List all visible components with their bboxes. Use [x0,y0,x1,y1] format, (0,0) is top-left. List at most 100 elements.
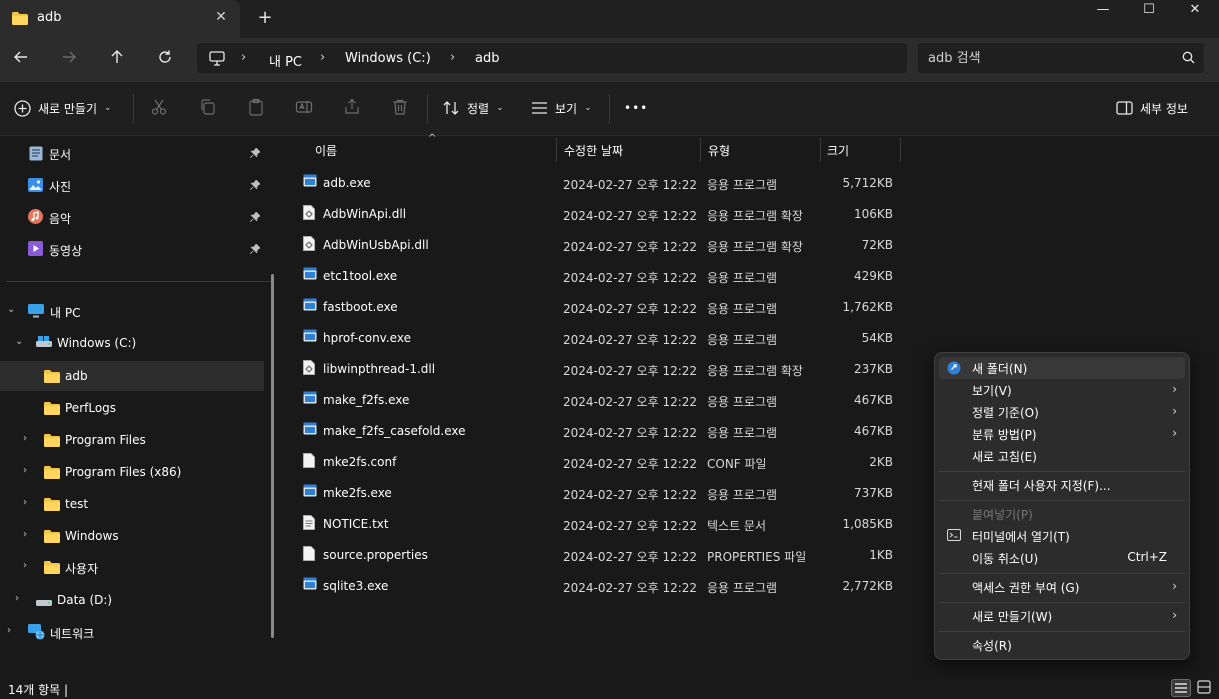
details-pane-button[interactable]: 세부 정보 [1116,96,1188,120]
pin-icon [249,211,261,225]
file-size: 1KB [869,548,893,562]
file-row[interactable]: sqlite3.exe 2024-02-27 오후 12:22 응용 프로그램 2,7… [300,571,900,599]
close-window-button[interactable]: ✕ [1172,0,1218,20]
menu-sort-by[interactable]: 정렬 기준(O) › [939,401,1185,423]
file-type: 응용 프로그램 [707,488,778,502]
file-row[interactable]: mke2fs.conf 2024-02-27 오후 12:22 CONF 파일 2KB [300,447,900,475]
chevron-down-icon: ⌄ [104,103,112,113]
tree-item-adb[interactable]: adb [0,361,264,391]
up-button[interactable] [104,47,130,73]
menu-label: 붙여넣기(P) [972,508,1033,522]
menu-open-terminal[interactable]: 터미널에서 열기(T) [939,525,1185,547]
quick-access-label: 문서 [49,148,72,162]
share-button[interactable] [343,98,363,118]
back-button[interactable] [8,47,34,73]
breadcrumb-windows-c[interactable]: Windows (C:) [345,51,431,66]
new-button-label: 새로 만들기 [38,101,98,116]
menu-label: 분류 방법(P) [972,428,1037,442]
file-row[interactable]: fastboot.exe 2024-02-27 오후 12:22 응용 프로그램 1,… [300,292,900,320]
tree-item-program-files[interactable]: › Program Files [0,425,264,455]
refresh-button[interactable] [152,47,178,73]
details-view-button[interactable] [1171,679,1191,697]
menu-refresh[interactable]: 새로 고침(E) [939,445,1185,467]
file-row[interactable]: hprof-conv.exe 2024-02-27 오후 12:22 응용 프로그램… [300,323,900,351]
tree-item-windows-c[interactable]: ⌄ Windows (C:) [0,328,264,358]
file-row[interactable]: libwinpthread-1.dll 2024-02-27 오후 12:22 응용… [300,354,900,382]
large-icons-view-button[interactable] [1195,679,1215,697]
chevron-down-icon: ⌄ [7,304,16,315]
menu-new-folder[interactable]: 새 폴더(N) [939,357,1185,379]
column-header-type[interactable]: 유형 [708,142,730,159]
tab-adb[interactable]: adb ✕ [0,0,240,38]
menu-group-by[interactable]: 분류 방법(P) › [939,423,1185,445]
column-header-name[interactable]: 이름 [315,142,337,159]
tree-item-data-d[interactable]: › Data (D:) [0,585,264,615]
tree-item-test[interactable]: › test [0,489,264,519]
sidebar-scrollbar[interactable] [271,274,274,638]
file-row[interactable]: mke2fs.exe 2024-02-27 오후 12:22 응용 프로그램 737K… [300,478,900,506]
maximize-button[interactable]: ☐ [1126,0,1172,20]
column-divider[interactable] [820,138,821,162]
arrow-up-icon [111,50,123,63]
tree-item-users[interactable]: › 사용자 [0,552,264,582]
file-type: 응용 프로그램 [707,333,778,347]
tree-label: 내 PC [50,306,81,320]
column-header-date[interactable]: 수정한 날짜 [564,142,623,159]
view-button[interactable]: 보기 ⌄ [531,96,592,120]
column-divider[interactable] [900,138,901,162]
menu-properties[interactable]: 속성(R) [939,634,1185,656]
file-row[interactable]: NOTICE.txt 2024-02-27 오후 12:22 텍스트 문서 1,085… [300,509,900,537]
file-date: 2024-02-27 오후 12:22 [563,178,698,192]
file-row[interactable]: etc1tool.exe 2024-02-27 오후 12:22 응용 프로그램 42… [300,261,900,289]
search-input[interactable] [928,49,1168,67]
column-divider[interactable] [556,138,557,162]
breadcrumb-adb[interactable]: adb [475,51,499,66]
cut-button[interactable] [150,98,170,118]
file-row[interactable]: source.properties 2024-02-27 오후 12:22 PROP… [300,540,900,568]
column-header-size[interactable]: 크기 [827,142,849,159]
menu-view[interactable]: 보기(V) › [939,379,1185,401]
search-box[interactable] [917,42,1205,74]
quick-access-videos[interactable]: 동영상 [0,234,264,264]
menu-give-access[interactable]: 액세스 권한 부여 (G) › [939,576,1185,598]
copy-button[interactable] [199,98,219,118]
tree-item-windows[interactable]: › Windows [0,521,264,551]
tree-item-this-pc[interactable]: ⌄ 내 PC [0,296,264,326]
address-bar[interactable]: › 내 PC › Windows (C:) › adb [196,42,908,74]
details-view-icon [1175,683,1187,693]
tree-item-program-files-x86[interactable]: › Program Files (x86) [0,457,264,487]
search-icon [1182,51,1195,67]
file-row[interactable]: adb.exe 2024-02-27 오후 12:22 응용 프로그램 5,712KB [300,168,900,196]
minimize-button[interactable]: — [1080,0,1126,20]
rename-button[interactable] [295,98,315,118]
tree-item-network[interactable]: › 네트워크 [0,617,264,647]
menu-undo-move[interactable]: 이동 취소(U) Ctrl+Z [939,547,1185,569]
paste-button[interactable] [247,98,267,118]
toolbar-divider [133,94,134,124]
menu-customize-folder[interactable]: 현재 폴더 사용자 지정(F)... [939,474,1185,496]
file-row[interactable]: make_f2fs_casefold.exe 2024-02-27 오후 12:2… [300,416,900,444]
menu-paste[interactable]: 붙여넣기(P) [939,503,1185,525]
breadcrumb-this-pc[interactable]: 내 PC [269,51,302,70]
tree-item-perflogs[interactable]: PerfLogs [0,393,264,423]
delete-button[interactable] [391,98,411,118]
file-row[interactable]: AdbWinUsbApi.dll 2024-02-27 오후 12:22 응용 프로… [300,230,900,258]
new-button[interactable]: 새로 만들기 ⌄ [14,96,112,120]
sort-button[interactable]: 정렬 ⌄ [443,96,504,120]
quick-access-pictures[interactable]: 사진 [0,170,264,200]
monitor-icon [28,304,44,321]
file-name: mke2fs.exe [323,486,392,500]
file-row[interactable]: make_f2fs.exe 2024-02-27 오후 12:22 응용 프로그램 4… [300,385,900,413]
menu-new[interactable]: 새로 만들기(W) › [939,605,1185,627]
more-options-button[interactable]: ••• [624,96,648,120]
folder-icon [44,402,60,418]
file-type: 응용 프로그램 확장 [707,364,803,378]
quick-access-music[interactable]: 음악 [0,202,264,232]
forward-button[interactable] [56,47,82,73]
column-divider[interactable] [700,138,701,162]
quick-access-documents[interactable]: 문서 [0,138,264,168]
sort-ascending-icon: ^ [428,133,437,144]
new-tab-button[interactable]: + [256,8,274,28]
file-row[interactable]: AdbWinApi.dll 2024-02-27 오후 12:22 응용 프로그램 … [300,199,900,227]
close-tab-button[interactable]: ✕ [212,8,230,26]
